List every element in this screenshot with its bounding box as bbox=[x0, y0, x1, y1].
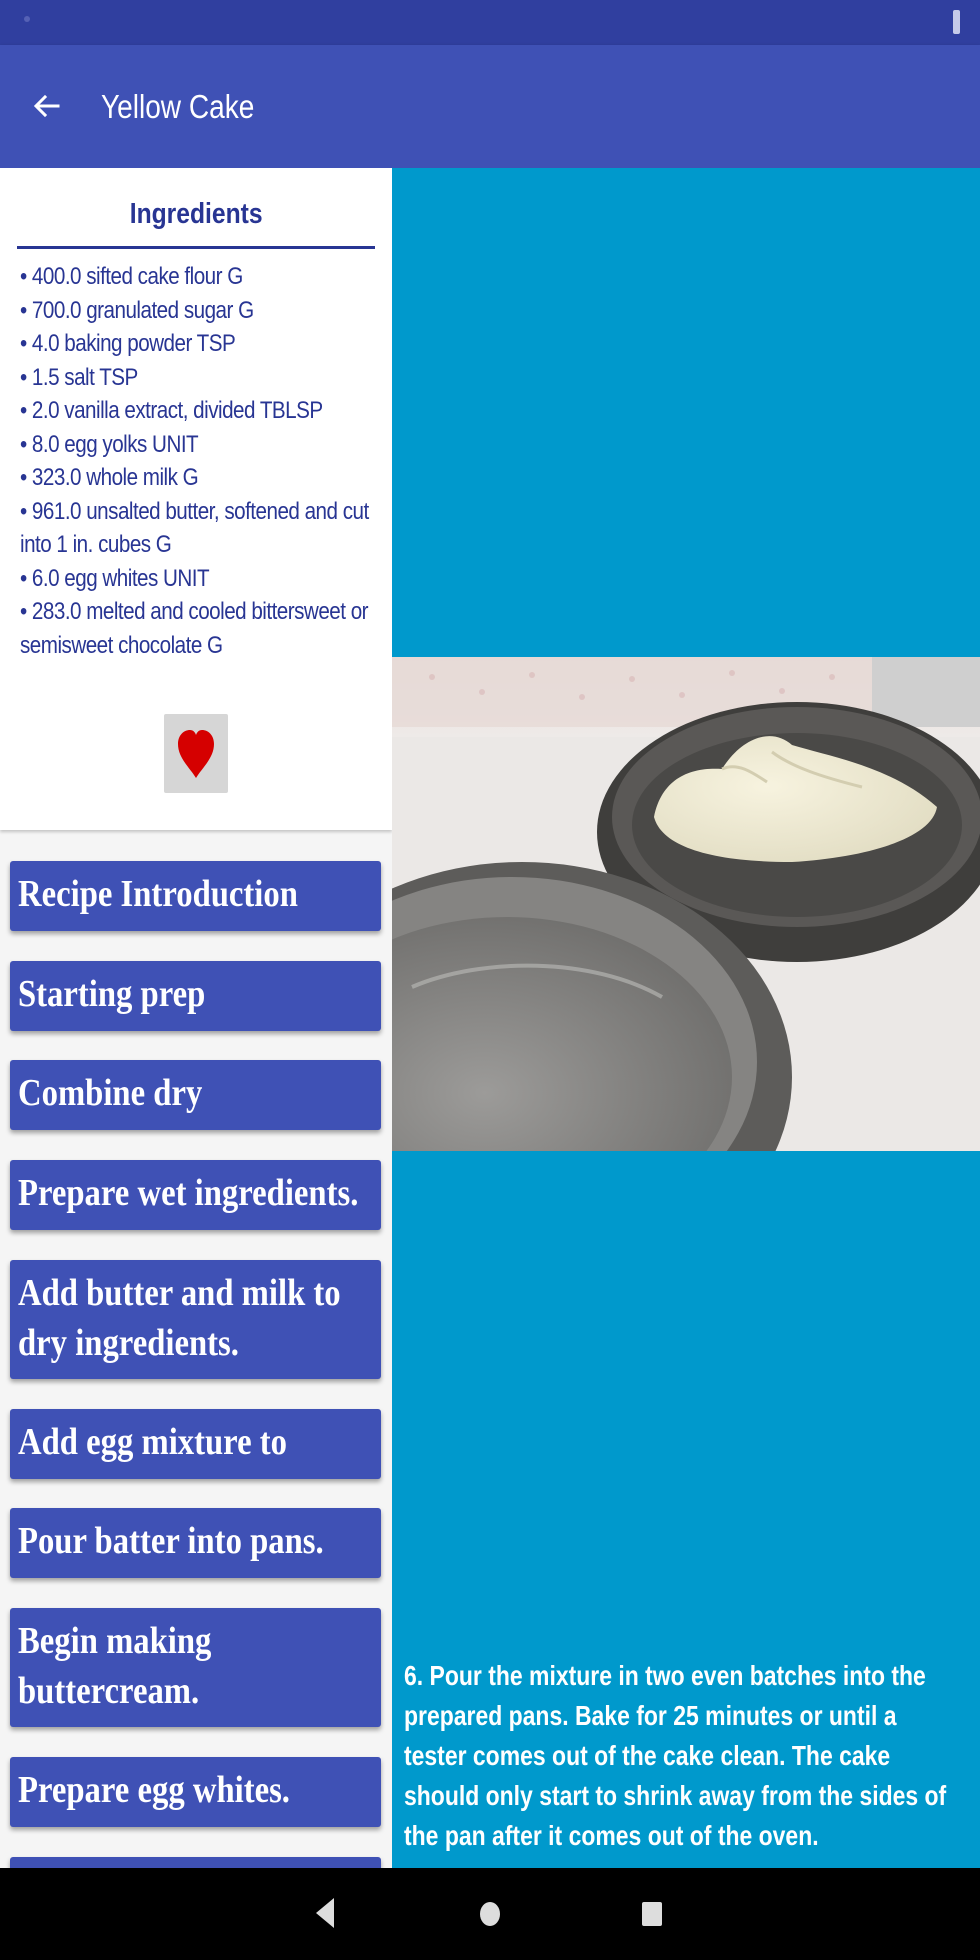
ingredient-line: • 2.0 vanilla extract, divided TBLSP bbox=[20, 397, 323, 424]
status-bar bbox=[0, 0, 980, 45]
left-pane[interactable]: Ingredients • 400.0 sifted cake flour G … bbox=[0, 168, 392, 1868]
step-detail-pane: 6. Pour the mixture in two even batches … bbox=[392, 168, 980, 1868]
step-photo bbox=[392, 657, 980, 1151]
ingredient-line: • 700.0 granulated sugar G bbox=[20, 296, 254, 324]
notification-dot-icon bbox=[24, 16, 30, 22]
arrow-back-icon bbox=[33, 94, 60, 118]
battery-icon bbox=[953, 10, 960, 34]
ingredient-line: • 4.0 baking powder TSP bbox=[20, 330, 236, 357]
ingredient-line: • 323.0 whole milk G bbox=[20, 464, 199, 491]
favorite-button[interactable] bbox=[164, 714, 228, 793]
app-bar: Yellow Cake bbox=[0, 45, 980, 168]
step-button[interactable]: Combine dry bbox=[10, 1060, 381, 1130]
ingredient-line: • 400.0 sifted cake flour G bbox=[20, 263, 243, 290]
step-description: 6. Pour the mixture in two even batches … bbox=[404, 1660, 947, 1851]
step-button[interactable]: Add egg mixture to bbox=[10, 1409, 381, 1479]
cake-pans-image bbox=[392, 657, 980, 1151]
ingredient-line: • 8.0 egg yolks UNIT bbox=[20, 430, 199, 458]
step-button[interactable]: Add butter and milk to dry ingredients. bbox=[10, 1260, 381, 1379]
step-button[interactable]: Prepare wet ingredients. bbox=[10, 1160, 381, 1230]
system-nav-bar bbox=[0, 1868, 980, 1960]
ingredient-line: • 1.5 salt TSP bbox=[20, 363, 138, 391]
page-title: Yellow Cake bbox=[101, 88, 255, 125]
nav-recents-icon[interactable] bbox=[641, 1901, 663, 1927]
step-button[interactable] bbox=[10, 1857, 381, 1868]
ingredient-line: • 961.0 unsalted butter, softened and cu… bbox=[20, 497, 369, 525]
step-button[interactable]: Starting prep bbox=[10, 961, 381, 1031]
step-button[interactable]: Recipe Introduction bbox=[10, 861, 381, 931]
step-button[interactable]: Prepare egg whites. bbox=[10, 1757, 381, 1827]
step-button[interactable]: Begin making buttercream. bbox=[10, 1608, 381, 1727]
heart-icon bbox=[178, 730, 214, 778]
ingredient-line: • 6.0 egg whites UNIT bbox=[20, 564, 210, 592]
ingredients-list: • 400.0 sifted cake flour G • 700.0 gran… bbox=[20, 260, 380, 662]
ingredient-line: semisweet chocolate G bbox=[20, 631, 223, 659]
ingredients-card: Ingredients • 400.0 sifted cake flour G … bbox=[0, 168, 392, 830]
nav-back-icon[interactable] bbox=[314, 1896, 336, 1930]
back-button[interactable] bbox=[24, 85, 68, 129]
heading-divider bbox=[17, 246, 375, 249]
ingredient-line: into 1 in. cubes G bbox=[20, 531, 172, 558]
nav-home-icon[interactable] bbox=[479, 1901, 501, 1927]
ingredients-heading: Ingredients bbox=[129, 198, 263, 230]
step-button[interactable]: Pour batter into pans. bbox=[10, 1508, 381, 1578]
ingredient-line: • 283.0 melted and cooled bittersweet or bbox=[20, 598, 369, 625]
